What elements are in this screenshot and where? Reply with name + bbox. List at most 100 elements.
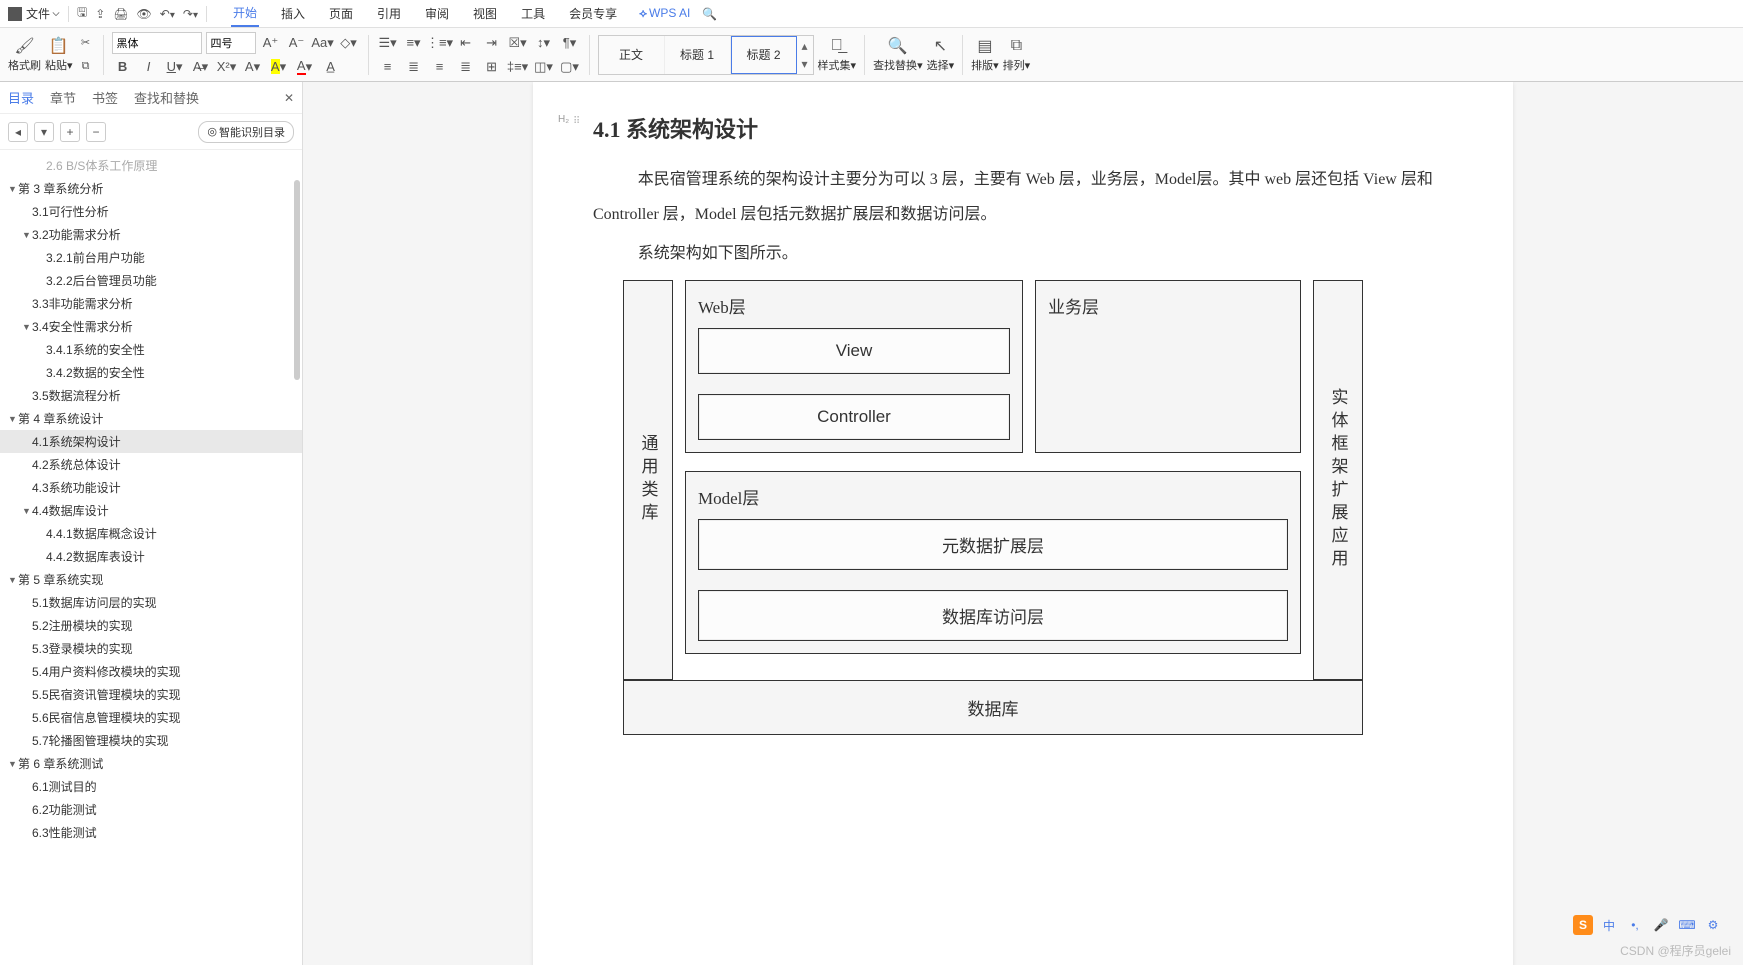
- sidebar-tab-toc[interactable]: 目录: [8, 88, 34, 107]
- line-spacing-icon[interactable]: ‡≡▾: [507, 56, 529, 78]
- sidebar-tab-bookmark[interactable]: 书签: [92, 88, 118, 107]
- style-heading1[interactable]: 标题 1: [665, 36, 731, 74]
- layout-button[interactable]: ▤ 排版▾: [971, 36, 999, 73]
- document-area[interactable]: H₂ ⠿ 4.1 系统架构设计 本民宿管理系统的架构设计主要分为可以 3 层，主…: [303, 82, 1743, 965]
- outline-item[interactable]: ▼3.4安全性需求分析: [0, 315, 302, 338]
- style-normal[interactable]: 正文: [599, 36, 665, 74]
- preview-icon[interactable]: 👁: [137, 7, 152, 21]
- sidebar-tab-chapter[interactable]: 章节: [50, 88, 76, 107]
- bullet-list-icon[interactable]: ☰▾: [377, 32, 399, 54]
- font-name-select[interactable]: [112, 32, 202, 54]
- outline-item[interactable]: ▼5.3登录模块的实现: [0, 637, 302, 660]
- outline-item[interactable]: ▼3.1可行性分析: [0, 200, 302, 223]
- add-icon[interactable]: +: [60, 122, 80, 142]
- style-heading2[interactable]: 标题 2: [731, 36, 797, 74]
- paste-button[interactable]: 📋 粘贴▾: [45, 36, 73, 73]
- tab-reference[interactable]: 引用: [375, 1, 403, 26]
- align-distribute-icon[interactable]: ⊞: [481, 56, 503, 78]
- text-effect-icon[interactable]: A▾: [242, 56, 264, 78]
- bold-icon[interactable]: B: [112, 56, 134, 78]
- align-left-icon[interactable]: ≡: [377, 56, 399, 78]
- expand-icon[interactable]: ▼: [8, 575, 18, 585]
- outline-item[interactable]: ▼3.4.1系统的安全性: [0, 338, 302, 361]
- outline-item[interactable]: ▼第 5 章系统实现: [0, 568, 302, 591]
- change-case-icon[interactable]: Aa▾: [312, 32, 334, 54]
- ime-lang-icon[interactable]: 中: [1599, 915, 1619, 935]
- outline-item[interactable]: ▼3.2.2后台管理员功能: [0, 269, 302, 292]
- redo-icon[interactable]: ↷▾: [183, 7, 198, 21]
- tab-view[interactable]: 视图: [471, 1, 499, 26]
- cut-icon[interactable]: ✂: [77, 32, 95, 54]
- tab-insert[interactable]: 插入: [279, 1, 307, 26]
- align-right-icon[interactable]: ≡: [429, 56, 451, 78]
- italic-icon[interactable]: I: [138, 56, 160, 78]
- ime-keyboard-icon[interactable]: ⌨: [1677, 915, 1697, 935]
- format-painter-button[interactable]: 🖌 格式刷: [8, 36, 41, 73]
- decrease-font-icon[interactable]: A⁻: [286, 32, 308, 54]
- align-center-icon[interactable]: ≣: [403, 56, 425, 78]
- tab-review[interactable]: 审阅: [423, 1, 451, 26]
- outline-item[interactable]: ▼3.4.2数据的安全性: [0, 361, 302, 384]
- smart-recognize-button[interactable]: ◎智能识别目录: [198, 121, 294, 143]
- increase-indent-icon[interactable]: ⇥: [481, 32, 503, 54]
- ime-settings-icon[interactable]: ⚙: [1703, 915, 1723, 935]
- outline-item[interactable]: ▼4.4.1数据库概念设计: [0, 522, 302, 545]
- collapse-left-icon[interactable]: ◂: [8, 122, 28, 142]
- outline-item[interactable]: ▼3.5数据流程分析: [0, 384, 302, 407]
- expand-icon[interactable]: ▼: [22, 322, 32, 332]
- tab-tools[interactable]: 工具: [519, 1, 547, 26]
- tab-page[interactable]: 页面: [327, 1, 355, 26]
- outline-item[interactable]: ▼3.2.1前台用户功能: [0, 246, 302, 269]
- outline-item[interactable]: ▼6.1测试目的: [0, 775, 302, 798]
- drag-handle-icon[interactable]: ⠿: [573, 116, 580, 127]
- wps-ai-button[interactable]: ⟡WPS AI: [639, 6, 690, 21]
- outline-item[interactable]: ▼4.3系统功能设计: [0, 476, 302, 499]
- outline-item[interactable]: ▼4.2系统总体设计: [0, 453, 302, 476]
- clear-format-icon[interactable]: ◇▾: [338, 32, 360, 54]
- expand-icon[interactable]: ▼: [8, 759, 18, 769]
- outline-item[interactable]: ▼3.2功能需求分析: [0, 223, 302, 246]
- save-icon[interactable]: 🖫: [77, 3, 87, 24]
- outline-item[interactable]: ▼4.4数据库设计: [0, 499, 302, 522]
- style-set-button[interactable]: Ａ̲ 样式集▾: [818, 36, 857, 73]
- align-justify-icon[interactable]: ≣: [455, 56, 477, 78]
- outline-item[interactable]: ▼4.1系统架构设计: [0, 430, 302, 453]
- tab-start[interactable]: 开始: [231, 0, 259, 27]
- file-menu[interactable]: 文件: [26, 5, 60, 22]
- text-direction-icon[interactable]: ☒▾: [507, 32, 529, 54]
- sidebar-tab-find[interactable]: 查找和替换: [134, 88, 199, 107]
- expand-icon[interactable]: ▼: [8, 414, 18, 424]
- outline-item[interactable]: ▼2.6 B/S体系工作原理: [0, 154, 302, 177]
- outline-item[interactable]: ▼第 3 章系统分析: [0, 177, 302, 200]
- scrollbar-thumb[interactable]: [294, 180, 300, 380]
- superscript-icon[interactable]: X²▾: [216, 56, 238, 78]
- outline-item[interactable]: ▼5.4用户资料修改模块的实现: [0, 660, 302, 683]
- tab-member[interactable]: 会员专享: [567, 1, 619, 26]
- outline-item[interactable]: ▼5.1数据库访问层的实现: [0, 591, 302, 614]
- arrange-button[interactable]: ⧉ 排列▾: [1003, 36, 1031, 73]
- multilevel-list-icon[interactable]: ⋮≡▾: [429, 32, 451, 54]
- strikethrough-icon[interactable]: A̶▾: [190, 56, 212, 78]
- style-expand[interactable]: ▴▾: [797, 39, 813, 71]
- ime-mic-icon[interactable]: 🎤: [1651, 915, 1671, 935]
- print-icon[interactable]: 🖨: [113, 7, 128, 21]
- char-border-icon[interactable]: A̲: [320, 56, 342, 78]
- sort-icon[interactable]: ↕▾: [533, 32, 555, 54]
- expand-icon[interactable]: ▼: [8, 184, 18, 194]
- show-marks-icon[interactable]: ¶▾: [559, 32, 581, 54]
- number-list-icon[interactable]: ≡▾: [403, 32, 425, 54]
- highlight-icon[interactable]: A▾: [268, 56, 290, 78]
- border-icon[interactable]: ▢▾: [559, 56, 581, 78]
- search-icon[interactable]: 🔍: [702, 7, 717, 21]
- increase-font-icon[interactable]: A⁺: [260, 32, 282, 54]
- outline-item[interactable]: ▼第 6 章系统测试: [0, 752, 302, 775]
- close-icon[interactable]: ✕: [284, 91, 294, 105]
- decrease-indent-icon[interactable]: ⇤: [455, 32, 477, 54]
- copy-icon[interactable]: ⧉: [77, 56, 95, 78]
- expand-icon[interactable]: ▼: [22, 506, 32, 516]
- outline-item[interactable]: ▼5.6民宿信息管理模块的实现: [0, 706, 302, 729]
- outline-item[interactable]: ▼5.5民宿资讯管理模块的实现: [0, 683, 302, 706]
- remove-icon[interactable]: −: [86, 122, 106, 142]
- outline-item[interactable]: ▼4.4.2数据库表设计: [0, 545, 302, 568]
- undo-icon[interactable]: ↶▾: [160, 7, 175, 21]
